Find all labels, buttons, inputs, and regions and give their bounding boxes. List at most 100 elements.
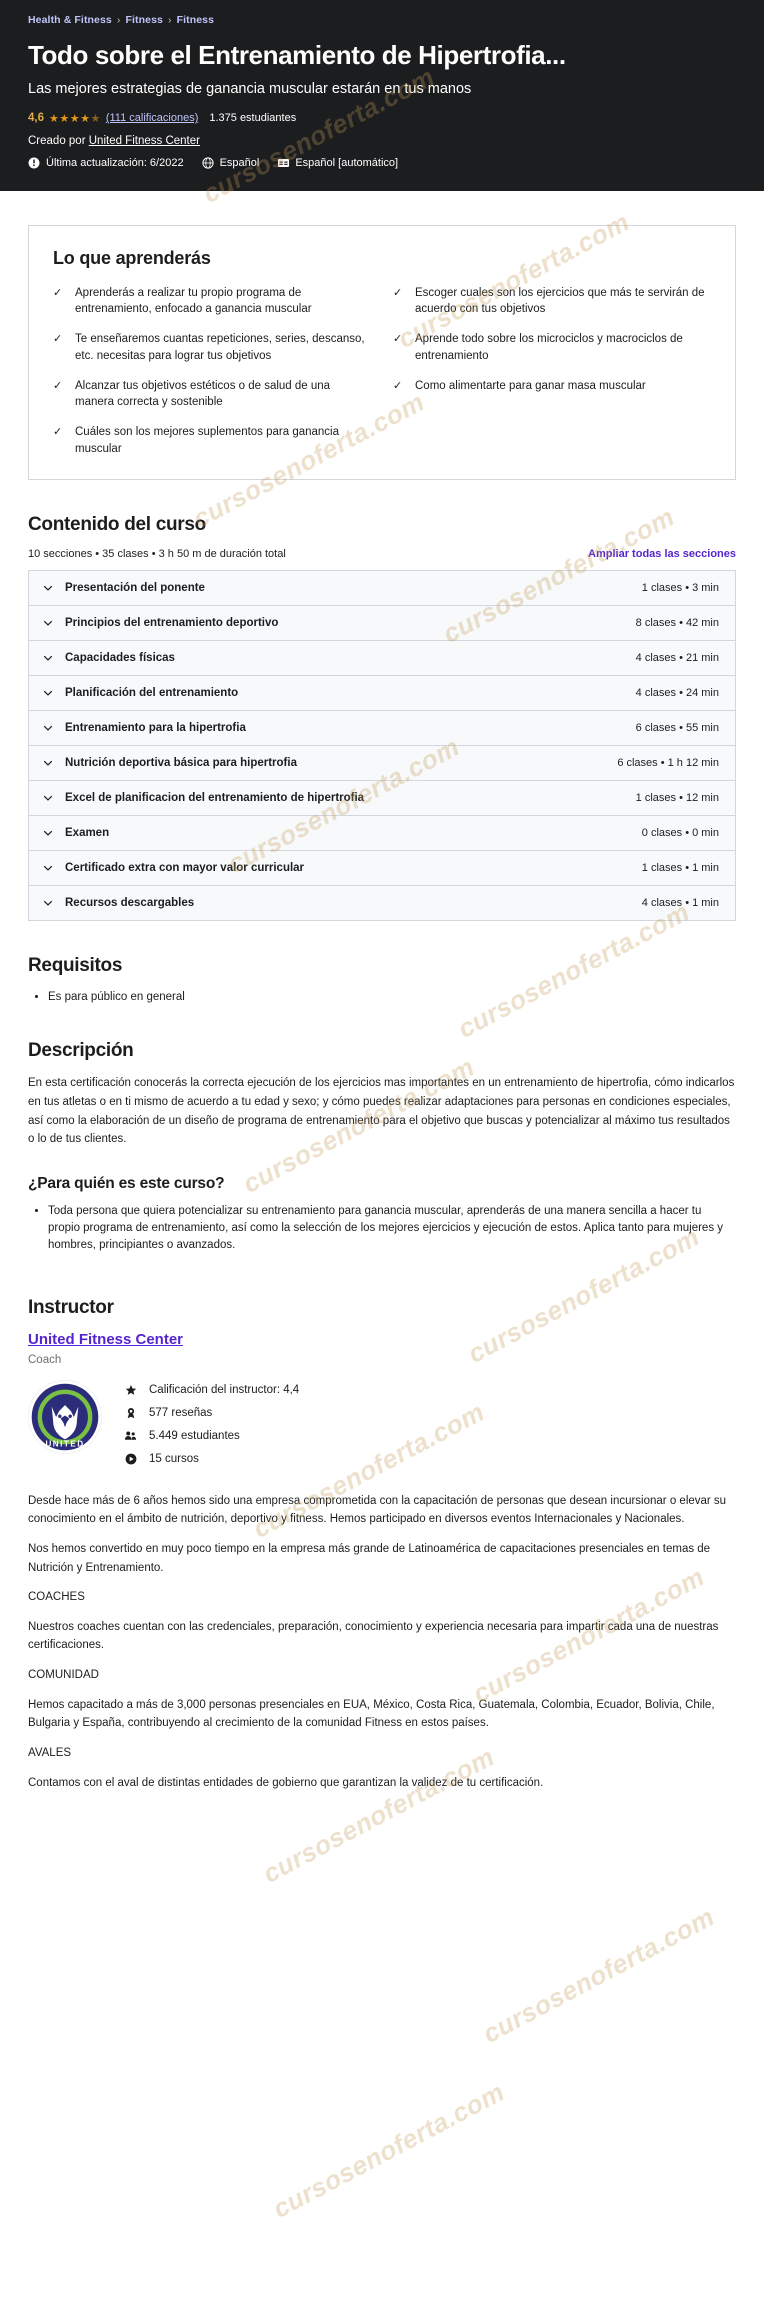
description-title: Descripción	[28, 1040, 134, 1062]
requirements-title: Requisitos	[28, 955, 123, 977]
curriculum-section-row[interactable]: Entrenamiento para la hipertrofia 6 clas…	[29, 711, 735, 747]
instructor-stat: 577 reseñas	[124, 1407, 299, 1419]
curriculum-section-meta: 4 clases • 21 min	[635, 652, 719, 665]
learn-item: ✓ Alcanzar tus objetivos estéticos o de s…	[53, 378, 371, 411]
expand-all-sections-link[interactable]: Ampliar todas las secciones	[588, 548, 736, 560]
instructor-bio-paragraph: Nos hemos convertido en muy poco tiempo …	[28, 1542, 711, 1574]
learn-item: ✓ Como alimentarte para ganar masa muscul…	[393, 378, 711, 411]
rating-row: 4,6 ★★★★ ★ (111 calificaciones) 1.375 est…	[28, 112, 736, 125]
learn-item: ✓ Escoger cuales son los ejercicios que m…	[393, 285, 711, 318]
captions-text: Español [automático]	[295, 156, 399, 169]
curriculum-section-row[interactable]: Excel de planificacion del entrenamiento…	[29, 781, 735, 817]
learn-item: ✓ Aprenderás a realizar tu propio program…	[53, 285, 371, 318]
course-body: Lo que aprenderás ✓ Aprenderás a realizar…	[0, 191, 764, 1830]
audience-title: ¿Para quién es este curso?	[28, 1174, 225, 1192]
curriculum-section-row[interactable]: Presentación del ponente 1 clases • 3 mi…	[29, 571, 735, 607]
instructor-name-link[interactable]: United Fitness Center	[28, 1331, 183, 1348]
chevron-down-icon[interactable]	[43, 688, 53, 698]
course-hero: Health & Fitness › Fitness › Fitness Todo so…	[0, 0, 764, 191]
instructor-section-title: Instructor	[28, 1296, 114, 1318]
curriculum-stats-row: 10 secciones • 35 clases • 3 h 50 m de d…	[28, 548, 736, 560]
watermark: cursosenoferta.com	[267, 2076, 510, 2224]
creator-row: Creado por United Fitness Center	[28, 135, 736, 147]
chevron-down-icon[interactable]	[43, 723, 53, 733]
closed-captions-icon	[277, 157, 290, 169]
breadcrumb-item-1[interactable]: Fitness	[125, 14, 162, 26]
curriculum-section-row[interactable]: Capacidades físicas 4 clases • 21 min	[29, 641, 735, 677]
curriculum-section-meta: 8 clases • 42 min	[635, 617, 719, 630]
what-you-will-learn-list: ✓ Aprenderás a realizar tu propio program…	[53, 285, 711, 458]
curriculum-section-title: Capacidades físicas	[65, 652, 175, 665]
curriculum-section-title: Presentación del ponente	[65, 582, 205, 595]
ratings-count-link[interactable]: (111 calificaciones)	[106, 112, 199, 124]
curriculum-section-row[interactable]: Recursos descargables 4 clases • 1 min	[29, 886, 735, 921]
curriculum-section-row[interactable]: Principios del entrenamiento deportivo 8…	[29, 606, 735, 642]
avatar[interactable]: UNITED	[28, 1379, 102, 1454]
curriculum-section-title: Planificación del entrenamiento	[65, 687, 239, 700]
what-you-will-learn-panel: Lo que aprenderás ✓ Aprenderás a realizar…	[28, 224, 736, 481]
chevron-down-icon[interactable]	[43, 618, 53, 628]
instructor-bio-paragraph: Hemos capacitado a más de 3,000 personas…	[28, 1698, 715, 1730]
exclamation-circle-icon	[28, 157, 40, 169]
curriculum-section-meta: 1 clases • 3 min	[641, 582, 719, 595]
chevron-down-icon[interactable]	[43, 793, 53, 803]
chevron-down-icon[interactable]	[43, 653, 53, 663]
created-by-label: Creado por	[28, 134, 86, 147]
curriculum-section-title: Examen	[65, 827, 110, 840]
audience-item: Toda persona que quiera potencializar su…	[48, 1203, 736, 1255]
check-icon: ✓	[53, 286, 63, 299]
instructor-bio-heading: COMUNIDAD	[28, 1669, 99, 1682]
curriculum-section-row[interactable]: Examen 0 clases • 0 min	[29, 816, 735, 852]
page-title: Todo sobre el Entrenamiento de Hipertrof…	[28, 40, 566, 70]
chevron-down-icon[interactable]	[43, 758, 53, 768]
learn-item-text: Escoger cuales son los ejercicios que má…	[415, 286, 705, 315]
instructor-bio-heading: COACHES	[28, 1591, 85, 1604]
breadcrumb-item-0[interactable]: Health & Fitness	[28, 14, 112, 26]
star-half: ★	[90, 112, 101, 125]
chevron-down-icon[interactable]	[43, 583, 53, 593]
learn-item: ✓ Aprende todo sobre los microciclos y ma…	[393, 331, 711, 364]
play-circle-icon	[124, 1453, 137, 1465]
curriculum-section-meta: 6 clases • 55 min	[635, 722, 719, 735]
instructor-stat-text: 5.449 estudiantes	[149, 1429, 240, 1442]
rating-value: 4,6	[28, 112, 44, 125]
students-count: 1.375 estudiantes	[209, 112, 297, 125]
curriculum-section-row[interactable]: Certificado extra con mayor valor curric…	[29, 851, 735, 887]
instructor-stat: 5.449 estudiantes	[124, 1430, 299, 1442]
curriculum-section-meta: 1 clases • 12 min	[635, 792, 719, 805]
curriculum-section-meta: 4 clases • 1 min	[641, 897, 719, 910]
curriculum-section-meta: 6 clases • 1 h 12 min	[617, 757, 719, 770]
curriculum-section-title: Excel de planificacion del entrenamiento…	[65, 792, 365, 805]
curriculum-section-title: Entrenamiento para la hipertrofia	[65, 722, 246, 735]
audience-list: Toda persona que quiera potencializar su…	[28, 1203, 736, 1255]
learn-item-text: Aprende todo sobre los microciclos y mac…	[415, 333, 683, 362]
breadcrumb-item-2[interactable]: Fitness	[177, 14, 214, 26]
curriculum-section-title: Certificado extra con mayor valor curric…	[65, 862, 305, 875]
curriculum-stats: 10 secciones • 35 clases • 3 h 50 m de d…	[28, 548, 286, 561]
description-paragraph: En esta certificación conocerás la corre…	[28, 1077, 735, 1146]
curriculum-section-row[interactable]: Nutrición deportiva básica para hipertro…	[29, 746, 735, 782]
chevron-down-icon[interactable]	[43, 898, 53, 908]
instructor-profile: UNITED Calificación del instructor: 4,4 …	[28, 1379, 736, 1476]
users-icon	[124, 1430, 137, 1442]
check-icon: ✓	[393, 286, 403, 299]
curriculum-section-meta: 0 clases • 0 min	[641, 827, 719, 840]
instructor-bio-paragraph: Contamos con el aval de distintas entida…	[28, 1776, 544, 1789]
breadcrumb-separator-0: ›	[116, 14, 121, 26]
what-you-will-learn-title: Lo que aprenderás	[53, 247, 211, 268]
breadcrumb: Health & Fitness › Fitness › Fitness	[28, 14, 736, 26]
instructor-stat-text: 577 reseñas	[149, 1406, 213, 1419]
star-rating-icon: ★★★★ ★	[49, 112, 101, 125]
curriculum-section-row[interactable]: Planificación del entrenamiento 4 clases…	[29, 676, 735, 712]
instructor-link-hero[interactable]: United Fitness Center	[89, 135, 200, 147]
learn-item-text: Como alimentarte para ganar masa muscula…	[415, 379, 646, 392]
learn-item: ✓ Cuáles son los mejores suplementos para…	[53, 424, 371, 457]
check-icon: ✓	[393, 379, 403, 392]
instructor-stats: Calificación del instructor: 4,4 577 res…	[124, 1380, 299, 1476]
curriculum-title: Contenido del curso	[28, 514, 206, 536]
chevron-down-icon[interactable]	[43, 828, 53, 838]
instructor-bio: Desde hace más de 6 años hemos sido una …	[28, 1492, 736, 1793]
curriculum-section-title: Recursos descargables	[65, 897, 195, 910]
chevron-down-icon[interactable]	[43, 863, 53, 873]
captions-meta: Español [automático]	[277, 157, 398, 169]
